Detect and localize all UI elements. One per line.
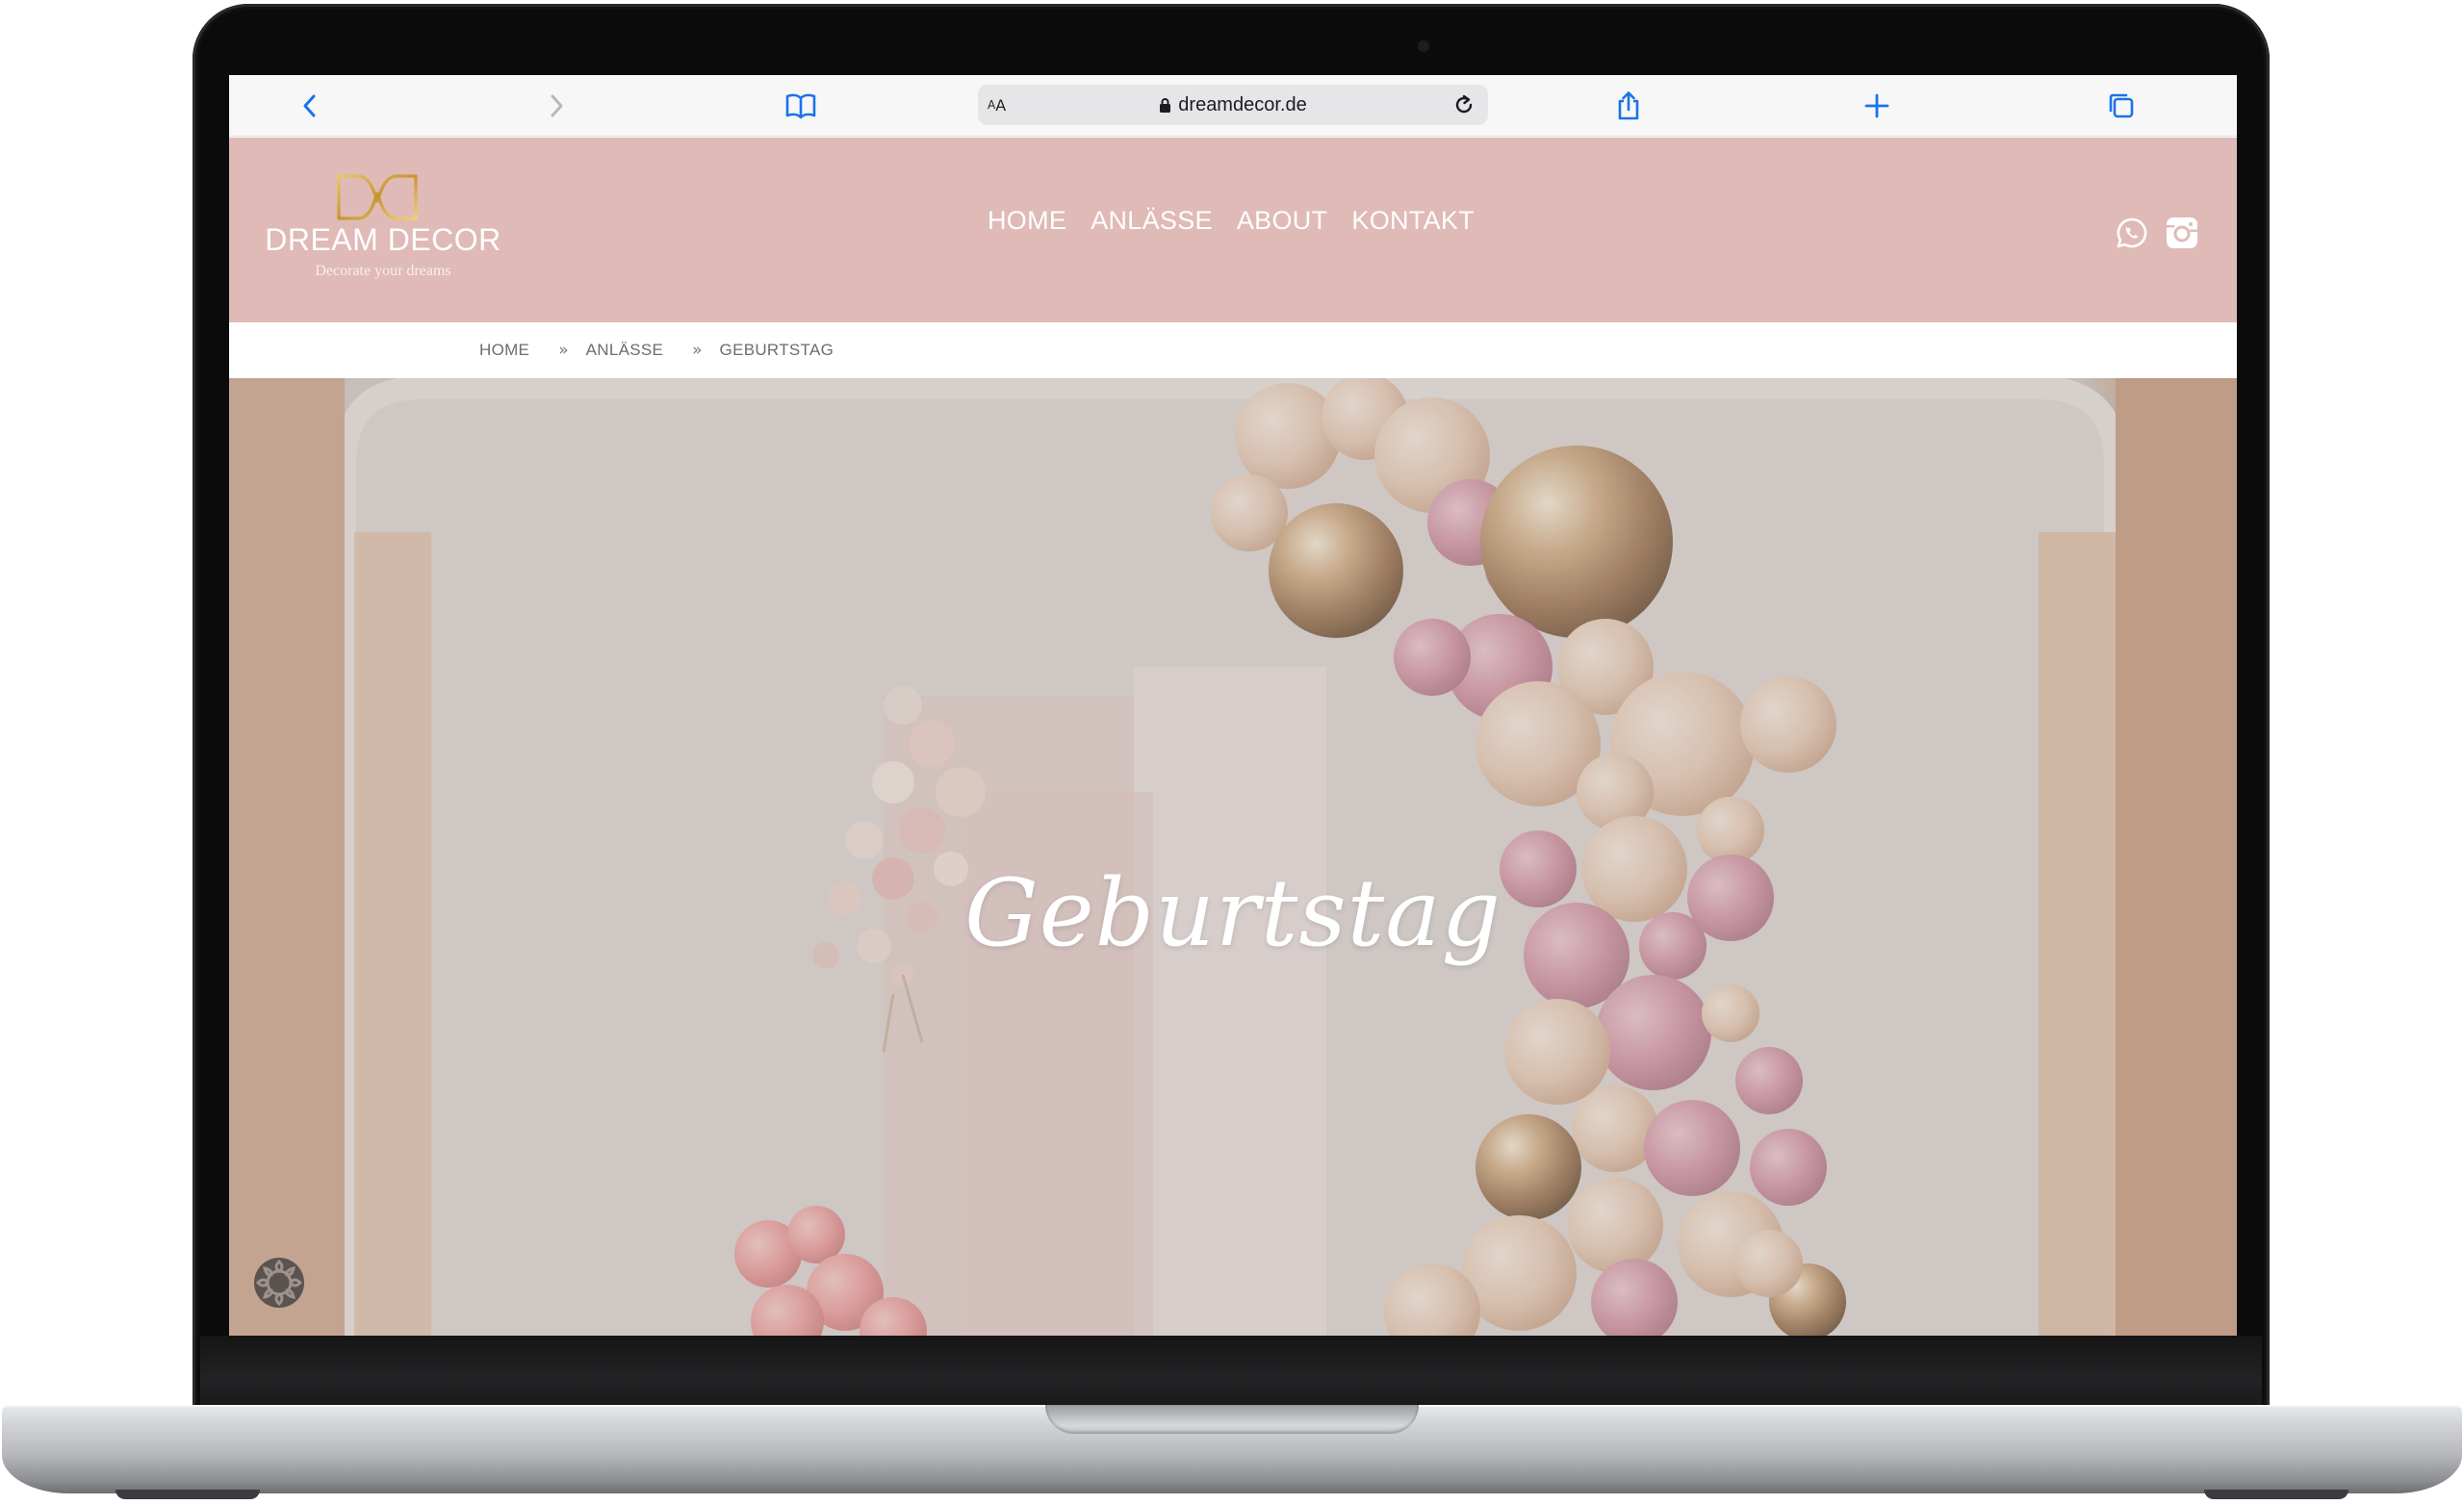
main-navigation: HOME ANLÄSSE ABOUT KONTAKT	[988, 201, 1475, 240]
back-button[interactable]	[289, 85, 331, 127]
whatsapp-icon[interactable]	[2116, 217, 2148, 249]
breadcrumb-separator: »	[558, 341, 569, 360]
breadcrumb-home[interactable]: HOME	[479, 341, 529, 360]
laptop-chin	[200, 1336, 2262, 1407]
new-tab-button[interactable]	[1856, 85, 1898, 127]
plus-icon	[1864, 93, 1889, 118]
reload-icon	[1455, 94, 1473, 114]
forward-button[interactable]	[535, 85, 578, 127]
site-header: DREAM DECOR Decorate your dreams HOME AN…	[229, 138, 2237, 322]
hero-banner: Geburtstag	[229, 378, 2237, 1336]
chevron-right-icon	[551, 94, 563, 117]
url-display: dreamdecor.de	[978, 85, 1488, 125]
chevron-left-icon	[303, 94, 316, 117]
nav-anlaesse[interactable]: ANLÄSSE	[1091, 201, 1213, 240]
breadcrumb-anlaesse[interactable]: ANLÄSSE	[586, 341, 664, 360]
screen: AA dreamdecor.de DREAM DECOR Decorate yo…	[229, 75, 2237, 1336]
reload-button[interactable]	[1448, 89, 1480, 121]
tabs-icon	[2109, 93, 2134, 118]
share-button[interactable]	[1607, 85, 1650, 127]
laptop-notch	[1045, 1405, 1419, 1434]
breadcrumb-separator: »	[692, 341, 703, 360]
nav-home[interactable]: HOME	[988, 201, 1066, 240]
bookmarks-button[interactable]	[780, 85, 822, 127]
address-bar[interactable]: AA dreamdecor.de	[978, 85, 1488, 125]
nav-kontakt[interactable]: KONTAKT	[1351, 201, 1475, 240]
laptop-foot-left	[116, 1490, 260, 1499]
book-icon	[785, 93, 816, 119]
hero-title: Geburtstag	[964, 859, 1502, 967]
nav-about[interactable]: ABOUT	[1237, 201, 1328, 240]
social-links	[2116, 217, 2198, 249]
lock-icon	[1160, 97, 1171, 113]
brand-name: DREAM DECOR	[265, 222, 501, 257]
laptop-foot-right	[2204, 1490, 2348, 1499]
hero-overlay	[229, 378, 2237, 1336]
cookie-settings-icon[interactable]	[250, 1254, 308, 1312]
logo-mark-icon	[337, 174, 418, 220]
camera	[1418, 40, 1429, 52]
laptop-frame: AA dreamdecor.de DREAM DECOR Decorate yo…	[0, 0, 2464, 1505]
instagram-icon[interactable]	[2166, 217, 2198, 249]
url-text: dreamdecor.de	[1178, 93, 1307, 115]
share-icon	[1618, 91, 1639, 120]
breadcrumb-current: GEBURTSTAG	[719, 341, 834, 359]
brand-tagline: Decorate your dreams	[315, 263, 451, 279]
breadcrumb: HOME » ANLÄSSE » GEBURTSTAG	[229, 322, 2237, 378]
browser-toolbar: AA dreamdecor.de	[229, 75, 2237, 137]
site-logo[interactable]: DREAM DECOR Decorate your dreams	[256, 172, 510, 288]
tabs-overview-button[interactable]	[2100, 85, 2143, 127]
